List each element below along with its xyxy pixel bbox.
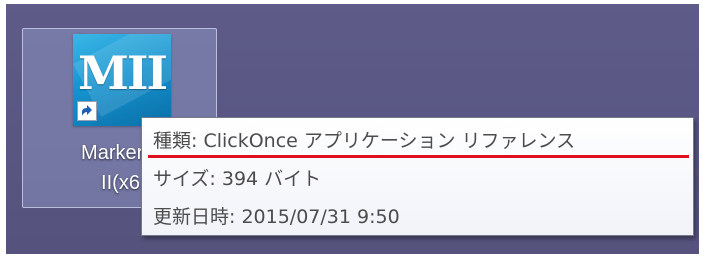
highlight-underline <box>148 155 689 158</box>
file-info-tooltip: 種類: ClickOnce アプリケーション リファレンス サイズ: 394 バ… <box>141 117 694 236</box>
tooltip-size: サイズ: 394 バイト <box>153 168 322 190</box>
tooltip-modified: 更新日時: 2015/07/31 9:50 <box>153 206 400 228</box>
tooltip-type: 種類: ClickOnce アプリケーション リファレンス <box>153 130 576 152</box>
screenshot-frame: MII MarkerM II(x6 種類: ClickOnce アプリケーション… <box>0 0 705 258</box>
shortcut-arrow-icon <box>77 101 97 121</box>
desktop-background[interactable]: MII MarkerM II(x6 種類: ClickOnce アプリケーション… <box>6 4 699 254</box>
app-logo-text: MII <box>78 46 168 100</box>
